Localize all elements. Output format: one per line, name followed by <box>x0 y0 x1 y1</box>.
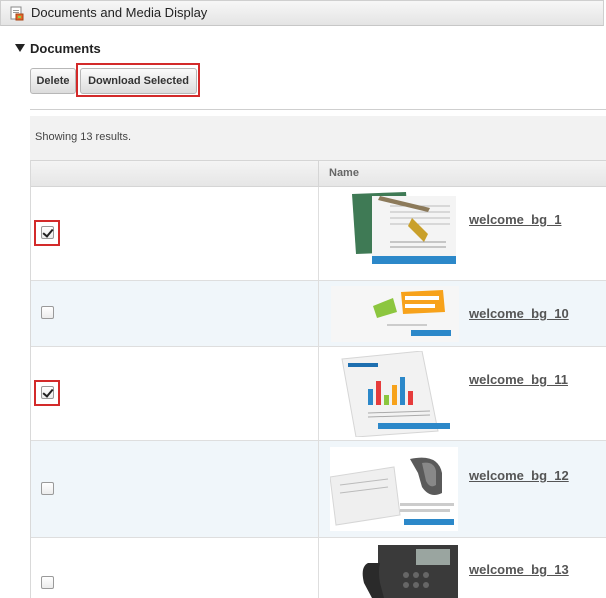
document-link[interactable]: welcome_bg_1 <box>469 212 562 227</box>
table-row: welcome_bg_11 <box>31 347 606 441</box>
documents-panel-toggle[interactable]: Documents <box>15 41 101 56</box>
document-link[interactable]: welcome_bg_12 <box>469 468 569 483</box>
collapse-triangle-icon <box>15 44 25 52</box>
table-row: welcome_bg_13 <box>31 538 606 598</box>
results-bar: Showing 13 results. <box>30 116 606 160</box>
document-thumbnail[interactable] <box>338 351 456 437</box>
header-separator <box>318 161 319 187</box>
table-header: Name <box>31 160 606 187</box>
documents-table: Name welcome_bg_1 welcome_bg_10 welcome_… <box>30 160 606 598</box>
table-row: welcome_bg_1 <box>31 187 606 281</box>
document-media-icon <box>10 6 24 21</box>
document-link[interactable]: welcome_bg_13 <box>469 562 569 577</box>
delete-button[interactable]: Delete <box>30 68 76 94</box>
panel-title: Documents <box>30 41 101 56</box>
row-checkbox[interactable] <box>41 386 54 399</box>
row-checkbox[interactable] <box>41 482 54 495</box>
table-row: welcome_bg_12 <box>31 441 606 538</box>
portlet-title-bar: Documents and Media Display <box>0 0 604 26</box>
table-row: welcome_bg_10 <box>31 281 606 347</box>
document-thumbnail[interactable] <box>331 286 459 342</box>
column-header-name[interactable]: Name <box>329 167 359 179</box>
results-count: Showing 13 results. <box>35 131 131 143</box>
toolbar-divider <box>30 109 606 110</box>
document-link[interactable]: welcome_bg_10 <box>469 306 569 321</box>
row-checkbox[interactable] <box>41 226 54 239</box>
document-link[interactable]: welcome_bg_11 <box>469 372 568 387</box>
portlet-title: Documents and Media Display <box>31 5 208 20</box>
download-button-highlight <box>76 63 200 97</box>
document-thumbnail[interactable] <box>350 543 458 598</box>
row-checkbox[interactable] <box>41 306 54 319</box>
row-checkbox[interactable] <box>41 576 54 589</box>
document-thumbnail[interactable] <box>350 192 458 270</box>
document-thumbnail[interactable] <box>330 447 458 531</box>
